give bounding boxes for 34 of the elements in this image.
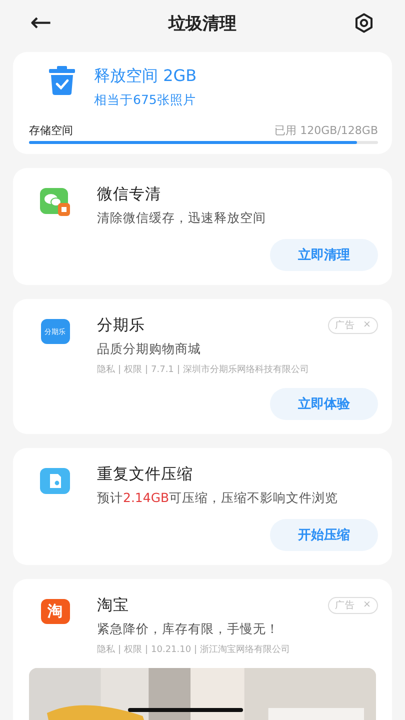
- action-button[interactable]: 立即体验: [270, 388, 378, 420]
- close-button[interactable]: ×: [363, 599, 371, 612]
- app-icon: 淘: [40, 599, 70, 624]
- photo-equivalent-text: 相当于675张照片: [94, 92, 197, 109]
- meta-link[interactable]: 权限: [124, 363, 142, 376]
- ad-label: 广告: [335, 599, 356, 612]
- card-description: 预计2.14GB可压缩，压缩不影响文件浏览: [97, 490, 340, 507]
- ad-description: 紧急降价，库存有限，手慢无！: [97, 621, 280, 638]
- close-button[interactable]: ×: [363, 319, 371, 332]
- free-space-title: 释放空间 2GB: [94, 66, 197, 87]
- ad-description: 品质分期购物商城: [97, 341, 202, 358]
- meta-text: 浙江淘宝网络有限公司: [200, 644, 290, 656]
- card-title: 淘宝: [97, 595, 129, 616]
- card-title: 分期乐: [97, 315, 145, 336]
- settings-icon[interactable]: [352, 12, 375, 34]
- meta-text: 7.7.1: [151, 364, 174, 374]
- page-title: 垃圾清理: [168, 12, 236, 34]
- storage-label: 存储空间: [29, 123, 73, 138]
- action-button[interactable]: 开始压缩: [270, 519, 378, 551]
- card-title: 微信专清: [97, 184, 161, 205]
- action-button[interactable]: 立即清理: [270, 239, 378, 271]
- storage-reading: 已用 120GB/128GB: [274, 123, 378, 138]
- meta-text: 10.21.10: [151, 644, 192, 654]
- card-description: 清除微信缓存，迅速释放空间: [97, 210, 267, 227]
- back-button[interactable]: ←: [30, 10, 52, 36]
- meta-link[interactable]: 隐私: [97, 363, 115, 376]
- chat-bubbles-icon: [40, 188, 70, 216]
- card-title: 重复文件压缩: [97, 464, 193, 485]
- trash-check-icon: [48, 66, 76, 96]
- file-icon: [40, 468, 70, 494]
- ad-label: 广告: [335, 319, 356, 332]
- meta-link[interactable]: 隐私: [97, 643, 115, 656]
- meta-link[interactable]: 权限: [124, 643, 142, 656]
- meta-text: 深圳市分期乐网络科技有限公司: [182, 364, 309, 376]
